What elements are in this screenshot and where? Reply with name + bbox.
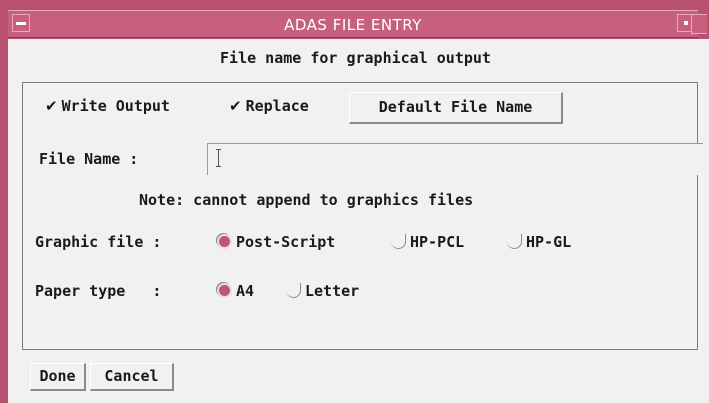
dialog-body: File name for graphical output ✔ Write Ou…	[8, 39, 709, 403]
checkmark-icon: ✔	[229, 97, 242, 115]
radio-unselected-icon	[507, 234, 522, 249]
file-name-input[interactable]	[207, 143, 703, 175]
options-frame: ✔ Write Output ✔ Replace Default File Name…	[22, 82, 703, 350]
radio-a4[interactable]: A4	[217, 282, 254, 300]
write-output-checkbox[interactable]: ✔ Write Output	[45, 97, 170, 115]
graphic-file-label: Graphic file :	[35, 233, 162, 251]
note-text: Note: cannot append to graphics files	[139, 191, 474, 209]
checkmark-icon: ✔	[45, 97, 58, 115]
radio-hp-pcl[interactable]: HP-PCL	[391, 233, 464, 251]
radio-hp-gl[interactable]: HP-GL	[507, 233, 571, 251]
done-button[interactable]: Done	[30, 363, 86, 391]
replace-checkbox[interactable]: ✔ Replace	[229, 97, 309, 115]
maximize-button[interactable]	[691, 14, 707, 34]
radio-unselected-icon	[391, 234, 406, 249]
file-name-label: File Name :	[39, 150, 139, 168]
window-title: ADAS FILE ENTRY	[284, 16, 422, 34]
title-bar[interactable]: ADAS FILE ENTRY	[8, 10, 698, 38]
radio-selected-icon	[217, 234, 232, 249]
dialog-heading: File name for graphical output	[220, 49, 491, 67]
radio-unselected-icon	[286, 283, 301, 298]
hp-gl-label: HP-GL	[526, 233, 572, 251]
letter-label: Letter	[305, 282, 360, 300]
default-file-name-button[interactable]: Default File Name	[349, 92, 563, 124]
write-output-label: Write Output	[61, 97, 170, 115]
post-script-label: Post-Script	[236, 233, 336, 251]
dialog-window: ADAS FILE ENTRY File name for graphical …	[0, 0, 709, 403]
radio-selected-icon	[217, 283, 232, 298]
paper-type-label: Paper type :	[35, 282, 162, 300]
hp-pcl-label: HP-PCL	[410, 233, 465, 251]
text-cursor-icon	[216, 149, 221, 167]
cancel-button[interactable]: Cancel	[90, 363, 174, 391]
minimize-icon	[684, 21, 688, 25]
radio-post-script[interactable]: Post-Script	[217, 233, 335, 251]
replace-label: Replace	[245, 97, 309, 115]
radio-letter[interactable]: Letter	[286, 282, 359, 300]
a4-label: A4	[236, 282, 255, 300]
